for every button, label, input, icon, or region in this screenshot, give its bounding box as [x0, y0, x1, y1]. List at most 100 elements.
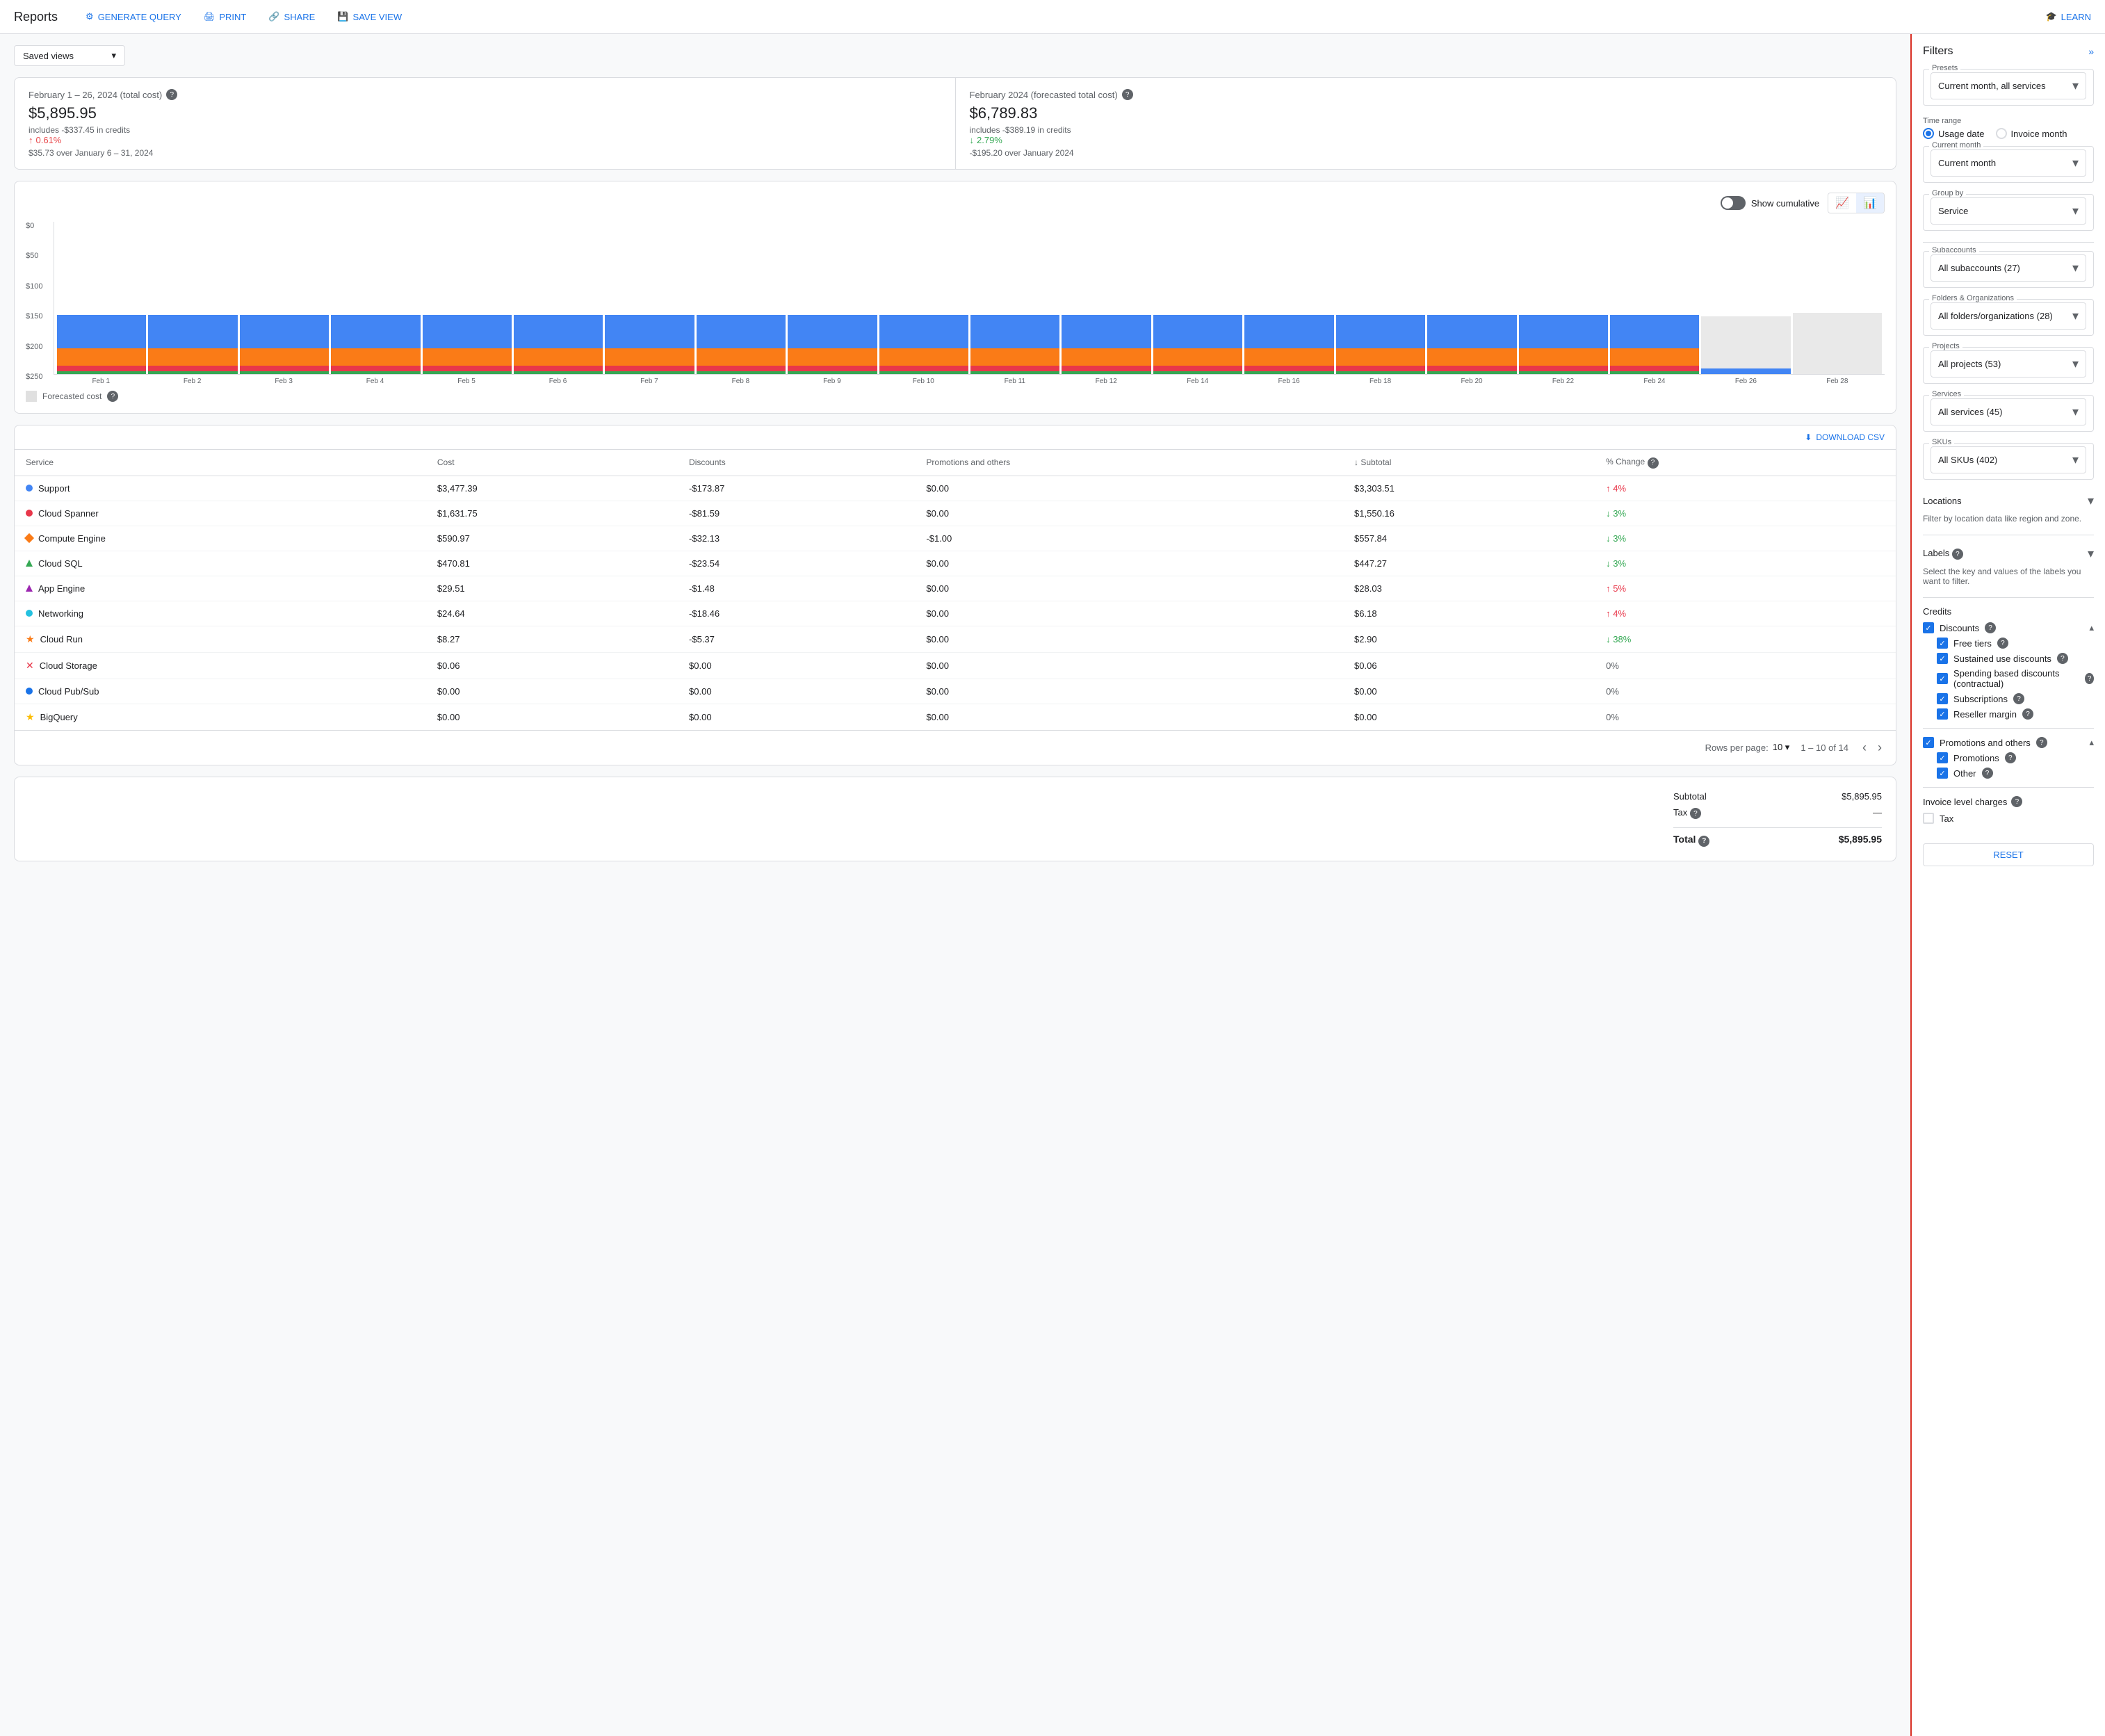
bar-segment — [423, 348, 512, 366]
bar-segment — [1062, 348, 1151, 366]
bar-chart-button[interactable]: 📊 — [1856, 193, 1884, 213]
labels-help-icon[interactable]: ? — [1952, 549, 1963, 560]
promotions-and-others-checkbox[interactable] — [1923, 737, 1934, 748]
reset-button[interactable]: RESET — [1923, 843, 2094, 866]
bar-segment — [1427, 371, 1516, 374]
change-cell: 0% — [1595, 704, 1896, 730]
forecast-help-icon[interactable]: ? — [107, 391, 118, 402]
bar-group — [1062, 222, 1151, 374]
line-chart-button[interactable]: 📈 — [1828, 193, 1856, 213]
free-tiers-checkbox[interactable] — [1937, 638, 1948, 649]
subtotal-cell: $28.03 — [1343, 576, 1595, 601]
services-dropdown[interactable]: All services (45) ▾ — [1931, 398, 2086, 425]
folders-orgs-fieldset: Folders & Organizations All folders/orga… — [1923, 299, 2094, 336]
col-subtotal[interactable]: ↓ Subtotal — [1343, 450, 1595, 476]
legend-forecast — [26, 391, 37, 402]
subscriptions-checkbox[interactable] — [1937, 693, 1948, 704]
presets-dropdown[interactable]: Current month, all services ▾ — [1931, 72, 2086, 99]
locations-expand[interactable]: Locations ▾ — [1923, 491, 2094, 511]
radio-usage-date[interactable]: Usage date — [1923, 128, 1985, 139]
service-icon — [26, 560, 33, 567]
free-tiers-help-icon[interactable]: ? — [1997, 638, 2008, 649]
bar-segment — [788, 348, 877, 366]
help-icon-2[interactable]: ? — [1122, 89, 1133, 100]
sustained-use-checkbox[interactable] — [1937, 653, 1948, 664]
discounts-help-icon[interactable]: ? — [1985, 622, 1996, 633]
cost-cell: $590.97 — [426, 526, 678, 551]
subtotal-cell: $0.00 — [1343, 704, 1595, 730]
bar-segment — [605, 371, 694, 374]
reseller-margin-checkbox[interactable] — [1937, 708, 1948, 720]
change-cell: ↑ 4% — [1595, 476, 1896, 501]
bar-segment — [1336, 348, 1425, 366]
bar-segment — [1519, 315, 1608, 348]
current-month-fieldset: Current month Current month ▾ — [1923, 146, 2094, 183]
bar-segment — [1062, 315, 1151, 348]
next-page-button[interactable]: › — [1875, 738, 1885, 758]
invoice-charges-help-icon[interactable]: ? — [2011, 796, 2022, 807]
bar-segment — [1519, 371, 1608, 374]
bar-segment — [1336, 366, 1425, 372]
col-change[interactable]: % Change ? — [1595, 450, 1896, 476]
bar-segment — [423, 371, 512, 374]
prev-page-button[interactable]: ‹ — [1860, 738, 1869, 758]
bar-group — [605, 222, 694, 374]
spending-based-help-icon[interactable]: ? — [2085, 673, 2094, 684]
x-axis-label: Feb 4 — [330, 378, 419, 385]
bar-segment — [423, 366, 512, 372]
saved-views-dropdown[interactable]: Saved views ▾ — [14, 45, 125, 66]
chart-legend: Forecasted cost ? — [26, 391, 1885, 402]
bar-segment — [1336, 315, 1425, 348]
main-content: Saved views ▾ February 1 – 26, 2024 (tot… — [0, 34, 1910, 1736]
other-help-icon[interactable]: ? — [1982, 768, 1993, 779]
promotions-collapse-icon[interactable]: ▴ — [2089, 737, 2094, 748]
change-help-icon[interactable]: ? — [1648, 457, 1659, 469]
subtotal-cell: $1,550.16 — [1343, 501, 1595, 526]
promotions-help-icon[interactable]: ? — [2005, 752, 2016, 763]
print-button[interactable]: 🖨 PRINT — [198, 8, 252, 25]
radio-invoice-month[interactable]: Invoice month — [1996, 128, 2067, 139]
promotions-checkbox[interactable] — [1937, 752, 1948, 763]
folders-orgs-dropdown[interactable]: All folders/organizations (28) ▾ — [1931, 302, 2086, 330]
save-view-icon: 💾 — [337, 11, 348, 22]
subscriptions-help-icon[interactable]: ? — [2013, 693, 2024, 704]
discounts-collapse-icon[interactable]: ▴ — [2089, 622, 2094, 633]
share-button[interactable]: 🔗 SHARE — [263, 8, 320, 25]
generate-query-button[interactable]: ⚙ GENERATE QUERY — [80, 8, 187, 25]
bar-segment — [1427, 348, 1516, 366]
help-icon[interactable]: ? — [166, 89, 177, 100]
spending-based-checkbox[interactable] — [1937, 673, 1948, 684]
bar-segment — [697, 315, 786, 348]
projects-dropdown[interactable]: All projects (53) ▾ — [1931, 350, 2086, 378]
sustained-use-help-icon[interactable]: ? — [2057, 653, 2068, 664]
subaccounts-dropdown[interactable]: All subaccounts (27) ▾ — [1931, 254, 2086, 282]
current-month-dropdown[interactable]: Current month ▾ — [1931, 149, 2086, 177]
x-axis-label: Feb 16 — [1244, 378, 1333, 385]
discounts-checkbox[interactable] — [1923, 622, 1934, 633]
skus-dropdown[interactable]: All SKUs (402) ▾ — [1931, 446, 2086, 473]
stats-card-current-title: February 1 – 26, 2024 (total cost) ? — [29, 89, 941, 100]
total-help-icon[interactable]: ? — [1698, 836, 1709, 847]
other-checkbox[interactable] — [1937, 768, 1948, 779]
projects-group: Projects All projects (53) ▾ — [1923, 347, 2094, 384]
bar-segment — [970, 315, 1059, 348]
table-row: Cloud SQL$470.81-$23.54$0.00$447.27↓ 3% — [15, 551, 1896, 576]
promotions-and-others-help-icon[interactable]: ? — [2036, 737, 2047, 748]
tax-checkbox[interactable] — [1923, 813, 1934, 824]
reseller-margin-help-icon[interactable]: ? — [2022, 708, 2033, 720]
learn-button[interactable]: 🎓 LEARN — [2045, 11, 2091, 22]
download-csv-button[interactable]: ⬇ DOWNLOAD CSV — [1805, 432, 1885, 442]
labels-expand[interactable]: Labels ? ▾ — [1923, 544, 2094, 564]
group-by-dropdown[interactable]: Service ▾ — [1931, 197, 2086, 225]
summary-section: Subtotal $5,895.95 Tax ? — Total ? $5,89… — [14, 777, 1896, 861]
promos-cell: $0.00 — [915, 652, 1343, 679]
filters-collapse-icon[interactable]: » — [2088, 46, 2094, 57]
page-range: 1 – 10 of 14 — [1801, 743, 1848, 753]
stats-card-current-sub: includes -$337.45 in credits — [29, 125, 941, 135]
toggle-switch[interactable] — [1721, 196, 1746, 210]
save-view-button[interactable]: 💾 SAVE VIEW — [332, 8, 407, 25]
stats-card-current-value: $5,895.95 — [29, 104, 941, 122]
tax-help-icon[interactable]: ? — [1690, 808, 1701, 819]
bar-segment — [331, 348, 420, 366]
show-cumulative-toggle[interactable]: Show cumulative — [1721, 196, 1819, 210]
